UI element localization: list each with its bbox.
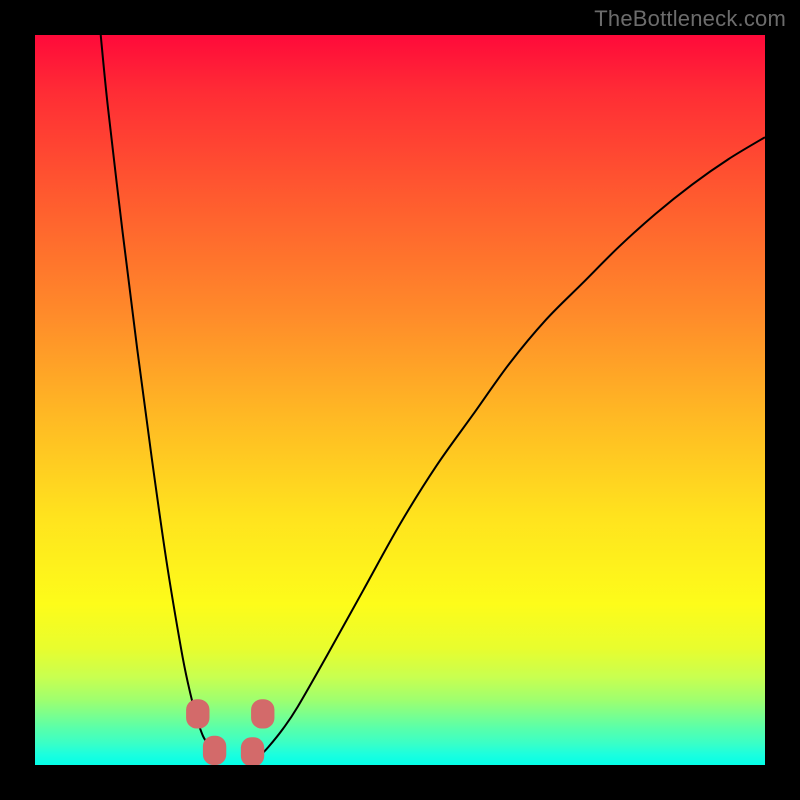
marker-m1 bbox=[186, 699, 209, 728]
watermark-text: TheBottleneck.com bbox=[594, 6, 786, 32]
curve-left-branch bbox=[101, 35, 225, 758]
plot-area bbox=[35, 35, 765, 765]
curve-right-branch bbox=[254, 137, 765, 758]
curve-layer bbox=[35, 35, 765, 765]
chart-frame: TheBottleneck.com bbox=[0, 0, 800, 800]
marker-m4 bbox=[251, 699, 274, 728]
bottleneck-curve bbox=[101, 35, 765, 758]
marker-m3 bbox=[241, 737, 264, 765]
marker-m2 bbox=[203, 736, 226, 765]
data-markers bbox=[186, 699, 274, 765]
